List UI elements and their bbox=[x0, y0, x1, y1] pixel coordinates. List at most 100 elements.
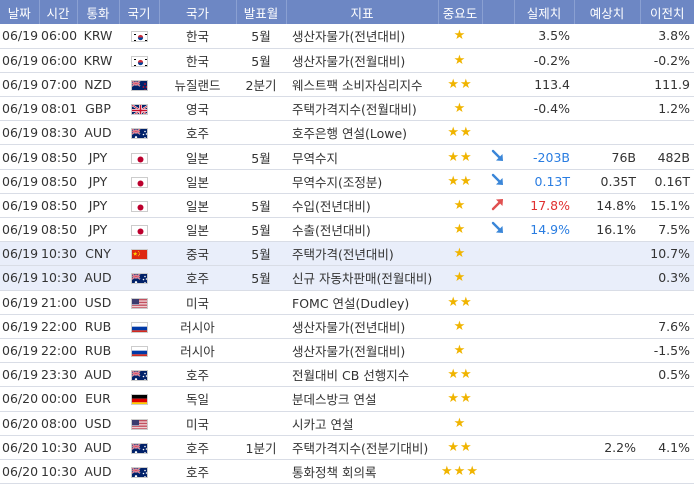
period-cell bbox=[236, 411, 286, 436]
table-row[interactable]: 06/19 06:00 KRW 한국 5월 생산자물가(전월대비) ★ -0.2… bbox=[0, 48, 694, 73]
indicator-cell[interactable]: 무역수지(조정분) bbox=[286, 169, 438, 194]
de-flag-icon bbox=[130, 394, 148, 406]
table-row[interactable]: 06/19 21:00 USD 미국 FOMC 연설(Dudley) ★★ bbox=[0, 290, 694, 315]
indicator-cell[interactable]: 전월대비 CB 선행지수 bbox=[286, 362, 438, 388]
time-cell: 23:30 bbox=[39, 362, 77, 388]
currency-cell: RUB bbox=[77, 338, 119, 364]
time-cell: 08:00 bbox=[39, 411, 77, 436]
previous-cell: 0.16T bbox=[640, 169, 694, 194]
col-time-header[interactable]: 시간 bbox=[39, 0, 78, 24]
indicator-cell[interactable]: 분데스방크 연설 bbox=[286, 386, 438, 412]
flag-cell bbox=[119, 362, 159, 388]
col-importance-header[interactable]: 중요도 bbox=[438, 0, 483, 24]
country-cell: 중국 bbox=[159, 241, 236, 267]
col-actual-header[interactable]: 실제치 bbox=[514, 0, 575, 24]
indicator-cell[interactable]: 수입(전년대비) bbox=[286, 193, 438, 219]
col-trend-header[interactable] bbox=[482, 0, 515, 24]
indicator-cell[interactable]: 생산자물가(전년대비) bbox=[286, 24, 438, 49]
date-cell: 06/19 bbox=[0, 241, 39, 267]
country-cell: 러시아 bbox=[159, 314, 236, 339]
table-row[interactable]: 06/19 10:30 AUD 호주 5월 신규 자동차판매(전월대비) ★ 0… bbox=[0, 265, 694, 291]
arrow-down-icon bbox=[482, 144, 514, 170]
period-cell: 5월 bbox=[236, 24, 286, 49]
country-cell: 일본 bbox=[159, 217, 236, 243]
date-cell: 06/19 bbox=[0, 144, 39, 170]
period-cell bbox=[236, 338, 286, 364]
trend-cell bbox=[482, 314, 514, 339]
table-row[interactable]: 06/19 08:01 GBP 영국 주택가격지수(전월대비) ★ -0.4% … bbox=[0, 96, 694, 122]
indicator-cell[interactable]: 주택가격(전년대비) bbox=[286, 241, 438, 267]
col-flag-header[interactable]: 국기 bbox=[119, 0, 160, 24]
jp-flag-icon bbox=[130, 225, 148, 237]
indicator-cell[interactable]: 생산자물가(전년대비) bbox=[286, 314, 438, 339]
importance-stars: ★ bbox=[438, 241, 482, 267]
forecast-cell bbox=[574, 338, 640, 364]
date-cell: 06/19 bbox=[0, 24, 39, 49]
date-cell: 06/20 bbox=[0, 411, 39, 436]
importance-stars: ★★★ bbox=[438, 459, 482, 485]
indicator-cell[interactable]: 주택가격지수(전월대비) bbox=[286, 96, 438, 122]
actual-cell bbox=[514, 338, 574, 364]
table-row[interactable]: 06/19 08:30 AUD 호주 호주은행 연설(Lowe) ★★ bbox=[0, 120, 694, 146]
importance-stars: ★ bbox=[438, 24, 482, 49]
trend-cell bbox=[482, 24, 514, 49]
indicator-cell[interactable]: 생산자물가(전월대비) bbox=[286, 48, 438, 73]
indicator-cell[interactable]: 시카고 연설 bbox=[286, 411, 438, 436]
indicator-cell[interactable]: 주택가격지수(전분기대비) bbox=[286, 435, 438, 460]
date-cell: 06/19 bbox=[0, 217, 39, 243]
col-forecast-header[interactable]: 예상치 bbox=[574, 0, 641, 24]
actual-cell bbox=[514, 241, 574, 267]
col-period-header[interactable]: 발표월 bbox=[236, 0, 287, 24]
table-row[interactable]: 06/19 22:00 RUB 러시아 생산자물가(전년대비) ★ 7.6% bbox=[0, 314, 694, 339]
table-row[interactable]: 06/19 08:50 JPY 일본 5월 수입(전년대비) ★ 17.8% 1… bbox=[0, 193, 694, 219]
indicator-cell[interactable]: 수출(전년대비) bbox=[286, 217, 438, 243]
flag-cell bbox=[119, 72, 159, 98]
table-row[interactable]: 06/19 08:50 JPY 일본 5월 무역수지 ★★ -203B 76B … bbox=[0, 144, 694, 170]
col-date-header[interactable]: 날짜 bbox=[0, 0, 40, 24]
period-cell bbox=[236, 96, 286, 122]
table-row[interactable]: 06/19 22:00 RUB 러시아 생산자물가(전월대비) ★ -1.5% bbox=[0, 338, 694, 364]
table-row[interactable]: 06/19 07:00 NZD 뉴질랜드 2분기 웨스트팩 소비자심리지수 ★★… bbox=[0, 72, 694, 98]
period-cell bbox=[236, 290, 286, 315]
trend-cell bbox=[482, 411, 514, 436]
country-cell: 호주 bbox=[159, 120, 236, 146]
table-row[interactable]: 06/20 10:30 AUD 호주 1분기 주택가격지수(전분기대비) ★★ … bbox=[0, 435, 694, 460]
forecast-cell bbox=[574, 72, 640, 98]
indicator-cell[interactable]: 신규 자동차판매(전월대비) bbox=[286, 265, 438, 291]
col-previous-header[interactable]: 이전치 bbox=[640, 0, 694, 24]
indicator-cell[interactable]: 통화정책 회의록 bbox=[286, 459, 438, 485]
currency-cell: USD bbox=[77, 411, 119, 436]
trend-cell bbox=[482, 120, 514, 146]
table-row[interactable]: 06/20 08:00 USD 미국 시카고 연설 ★ bbox=[0, 411, 694, 436]
table-row[interactable]: 06/20 10:30 AUD 호주 통화정책 회의록 ★★★ bbox=[0, 459, 694, 485]
country-cell: 미국 bbox=[159, 411, 236, 436]
indicator-cell[interactable]: 웨스트팩 소비자심리지수 bbox=[286, 72, 438, 98]
forecast-cell bbox=[574, 314, 640, 339]
previous-cell: 15.1% bbox=[640, 193, 694, 219]
date-cell: 06/19 bbox=[0, 48, 39, 73]
indicator-cell[interactable]: FOMC 연설(Dudley) bbox=[286, 290, 438, 315]
col-country-header[interactable]: 국가 bbox=[159, 0, 237, 24]
table-row[interactable]: 06/19 10:30 CNY 중국 5월 주택가격(전년대비) ★ 10.7% bbox=[0, 241, 694, 267]
period-cell: 5월 bbox=[236, 48, 286, 73]
actual-cell bbox=[514, 435, 574, 460]
actual-cell: 113.4 bbox=[514, 72, 574, 98]
actual-cell: 0.13T bbox=[514, 169, 574, 194]
us-flag-icon bbox=[130, 297, 148, 309]
table-row[interactable]: 06/19 08:50 JPY 일본 무역수지(조정분) ★★ 0.13T 0.… bbox=[0, 169, 694, 194]
indicator-cell[interactable]: 호주은행 연설(Lowe) bbox=[286, 120, 438, 146]
table-row[interactable]: 06/19 06:00 KRW 한국 5월 생산자물가(전년대비) ★ 3.5%… bbox=[0, 24, 694, 49]
col-currency-header[interactable]: 통화 bbox=[77, 0, 120, 24]
country-cell: 일본 bbox=[159, 144, 236, 170]
col-indicator-header[interactable]: 지표 bbox=[286, 0, 439, 24]
time-cell: 08:50 bbox=[39, 193, 77, 219]
indicator-cell[interactable]: 생산자물가(전월대비) bbox=[286, 338, 438, 364]
country-cell: 일본 bbox=[159, 193, 236, 219]
au-flag-icon bbox=[130, 273, 148, 285]
table-row[interactable]: 06/20 00:00 EUR 독일 분데스방크 연설 ★★ bbox=[0, 386, 694, 412]
importance-stars: ★★ bbox=[438, 290, 482, 315]
ru-flag-icon bbox=[130, 346, 148, 358]
indicator-cell[interactable]: 무역수지 bbox=[286, 144, 438, 170]
table-row[interactable]: 06/19 23:30 AUD 호주 전월대비 CB 선행지수 ★★ 0.5% bbox=[0, 362, 694, 388]
table-row[interactable]: 06/19 08:50 JPY 일본 5월 수출(전년대비) ★ 14.9% 1… bbox=[0, 217, 694, 243]
